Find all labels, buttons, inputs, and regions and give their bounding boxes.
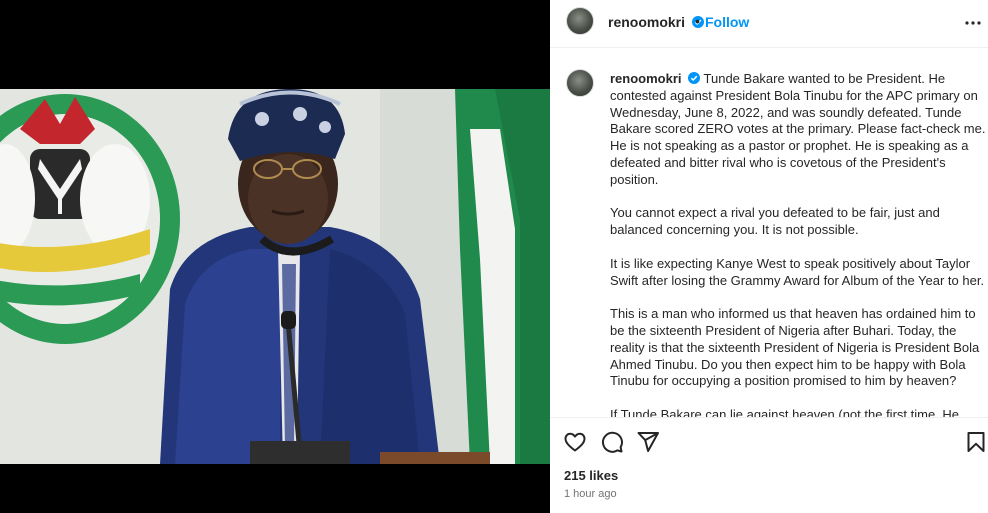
comment-icon[interactable] [600, 430, 624, 454]
caption-area[interactable]: renoomokri Tunde Bakare wanted to be Pre… [550, 49, 988, 417]
caption-paragraph: If Tunde Bakare can lie against heaven (… [610, 406, 960, 417]
caption-paragraph: You cannot expect a rival you defeated t… [610, 205, 940, 238]
action-bar: 215 likes 1 hour ago [550, 417, 988, 513]
photo-illustration [0, 89, 550, 464]
likes-count[interactable]: 215 likes [564, 468, 618, 483]
post-header: renoomokri • Follow [550, 0, 988, 48]
verified-badge-icon [688, 72, 701, 84]
caption-paragraph: It is like expecting Kanye West to speak… [610, 255, 985, 288]
caption-lead-text: Tunde Bakare wanted to be President. He … [610, 71, 986, 187]
post-side-panel: renoomokri • Follow renoomokri Tunde Bak… [550, 0, 988, 513]
header-username-text[interactable]: renoomokri [608, 14, 685, 30]
heart-icon[interactable] [563, 430, 587, 454]
caption-lead-paragraph: renoomokri Tunde Bakare wanted to be Pre… [610, 71, 986, 189]
separator-dot: • [695, 13, 700, 29]
follow-button[interactable]: Follow [705, 14, 749, 30]
more-options-icon[interactable] [964, 14, 982, 32]
caption-username[interactable]: renoomokri [610, 71, 682, 86]
caption-paragraph: This is a man who informed us that heave… [610, 306, 980, 389]
header-username[interactable]: renoomokri [608, 14, 704, 30]
avatar[interactable] [566, 7, 594, 35]
bookmark-icon[interactable] [964, 430, 988, 454]
post-photo[interactable] [0, 89, 550, 464]
post-timestamp[interactable]: 1 hour ago [564, 488, 617, 500]
caption: renoomokri Tunde Bakare wanted to be Pre… [610, 71, 986, 417]
caption-avatar[interactable] [566, 69, 594, 97]
post-media [0, 0, 550, 513]
share-icon[interactable] [636, 430, 660, 454]
